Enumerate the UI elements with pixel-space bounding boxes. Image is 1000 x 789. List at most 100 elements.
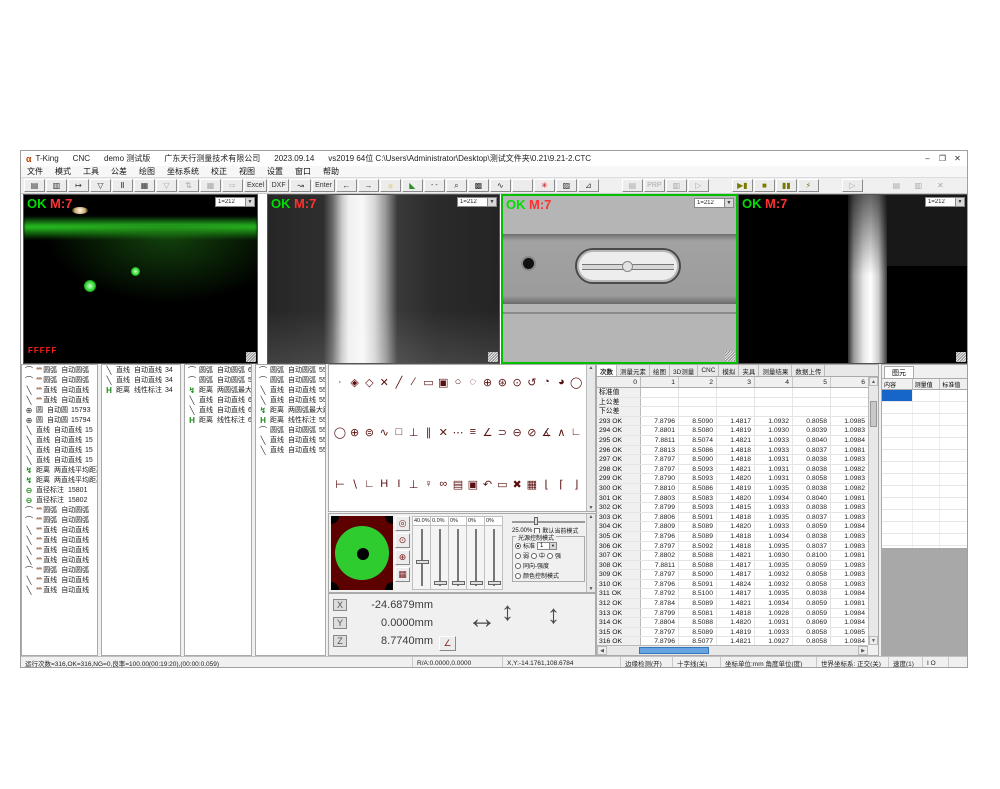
level-radio-2[interactable] (547, 553, 553, 559)
list-item[interactable] (882, 414, 968, 426)
list-item[interactable] (882, 402, 968, 414)
list-item[interactable]: ╲***直线自动直线 (22, 535, 97, 545)
drop-tool-icon[interactable]: ⊥ (407, 477, 421, 491)
menu-item-2[interactable]: 工具 (77, 166, 105, 177)
light-scrollbar[interactable]: ▲▼ (586, 514, 595, 592)
list-item[interactable] (882, 522, 968, 534)
checker-button[interactable]: ▩ (468, 179, 489, 192)
perpendicular-tool-icon[interactable]: ⊥ (407, 425, 421, 439)
jog-y-arrow-icon[interactable]: ↕ (501, 596, 514, 627)
list-item[interactable]: ⌒***圆弧自动圆弧 (22, 375, 97, 385)
jog-z-arrow-icon[interactable]: ↕ (547, 599, 560, 630)
menu-item-6[interactable]: 校正 (205, 166, 233, 177)
angle-2-tool-icon[interactable]: ∡ (540, 425, 554, 439)
list-item[interactable]: ╲直线自动直线55 (256, 395, 325, 405)
h-distance-tool-icon[interactable]: ⊢ (333, 477, 347, 491)
light-slider-2[interactable]: 0.0% (430, 516, 449, 590)
excel-export-button[interactable]: Excel (244, 179, 267, 192)
rounded-rect-tool-icon[interactable]: □ (392, 425, 406, 439)
step-button[interactable]: ⇨ (222, 179, 243, 192)
slider-thumb[interactable] (416, 560, 429, 564)
slider-track[interactable] (413, 526, 430, 589)
curve-tool-icon[interactable]: ∿ (377, 425, 391, 439)
distance-tool-icon[interactable]: ∖ (348, 477, 362, 491)
list-item[interactable]: ╲***直线自动直线 (22, 575, 97, 585)
table-row[interactable]: 298 OK7.87978.50931.48211.09310.80381.09… (597, 465, 868, 475)
camera3-selector-dropdown[interactable]: 1=212▼ (694, 198, 734, 208)
scroll-down-icon[interactable]: ▼ (869, 636, 878, 645)
height-tool-icon[interactable]: Η (377, 477, 391, 491)
gray-2-button[interactable]: ▦ (200, 179, 221, 192)
keyboard-tool-icon[interactable]: ▤ (451, 477, 465, 491)
tab-模拟[interactable]: 模拟 (719, 365, 739, 376)
stop-button[interactable]: ■ (754, 179, 775, 192)
open-button[interactable]: ▥ (46, 179, 67, 192)
list-item[interactable]: ⊖直径标注15802 (22, 495, 97, 505)
minimize-button[interactable]: – (920, 151, 935, 165)
results-horizontal-scrollbar[interactable]: ◀ ▶ (597, 645, 868, 655)
grid-tool-icon[interactable]: ▦ (525, 477, 539, 491)
table-row[interactable]: 311 OK7.87928.51001.48171.09350.80381.09… (597, 589, 868, 599)
arc-3pt-tool-icon[interactable]: ◔ (540, 375, 554, 389)
point-tool-icon[interactable]: · (333, 375, 347, 389)
list-item[interactable]: ╲直线自动直线34 (102, 375, 180, 385)
resize-grip-icon[interactable] (246, 352, 256, 362)
rect-scan-tool-icon[interactable]: ▣ (436, 375, 450, 389)
position-tool-icon[interactable]: ♀ (422, 477, 436, 491)
ibeam-tool-icon[interactable]: Ι (392, 477, 406, 491)
table-row[interactable]: 299 OK7.87908.50931.48201.09310.80581.09… (597, 474, 868, 484)
scroll-down-icon[interactable]: ▼ (589, 586, 594, 592)
table-row[interactable]: 305 OK7.87968.50891.48181.09340.80381.09… (597, 532, 868, 542)
tab-测量元素[interactable]: 测量元素 (617, 365, 650, 376)
corner-bl-tool-icon[interactable]: ⌊ (540, 477, 554, 491)
circle-center-tool-icon[interactable]: ⊙ (510, 375, 524, 389)
slider-thumb[interactable] (488, 581, 501, 585)
scroll-up-icon[interactable]: ▲ (869, 377, 878, 386)
brightness-slider[interactable] (512, 517, 585, 525)
tab-CNC[interactable]: CNC (698, 365, 719, 376)
list-item[interactable]: ⌒***圆弧自动圆弧 (22, 505, 97, 515)
multiline-tool-icon[interactable]: ≡ (466, 425, 480, 439)
results-vertical-scrollbar[interactable]: ▲ ▼ (868, 377, 878, 645)
menu-item-5[interactable]: 坐标系统 (161, 166, 205, 177)
pause-button[interactable]: ▮▮ (776, 179, 797, 192)
arrow-left-button[interactable]: ← (336, 179, 357, 192)
right-angle-tool-icon[interactable]: ∟ (569, 425, 583, 439)
level-radio-0[interactable] (515, 553, 521, 559)
copy-tool-icon[interactable]: ▣ (466, 477, 480, 491)
star-button[interactable]: ✳ (534, 179, 555, 192)
slider-track[interactable] (485, 526, 502, 589)
table-row[interactable]: 310 OK7.87968.50911.48241.09320.80581.09… (597, 580, 868, 590)
table-row[interactable]: 303 OK7.88068.50911.48181.09350.80371.09… (597, 513, 868, 523)
ellipse-2-tool-icon[interactable]: ◯ (333, 425, 347, 439)
list-item[interactable]: ⊕圆自动圆15793 (22, 405, 97, 415)
list-item[interactable]: ╲直线自动直线55 (256, 445, 325, 455)
dash-button[interactable]: - - (424, 179, 445, 192)
table-row[interactable]: 294 OK7.88018.50801.48191.09300.80391.09… (597, 426, 868, 436)
menu-item-7[interactable]: 视图 (233, 166, 261, 177)
camera4-selector-dropdown[interactable]: 1=212▼ (925, 197, 965, 207)
table-row[interactable]: 314 OK7.88048.50881.48201.09310.80691.09… (597, 618, 868, 628)
list-item[interactable]: ↯距离两圆弧最大距离 (185, 385, 251, 395)
intersection-tool-icon[interactable]: ✕ (377, 375, 391, 389)
list-item[interactable]: ⌒***圆弧自动圆弧 (22, 515, 97, 525)
list-item[interactable] (882, 474, 968, 486)
ring-inner-button[interactable]: ⊙ (395, 533, 410, 548)
table-row[interactable]: 315 OK7.87978.50891.48191.09330.80581.09… (597, 628, 868, 638)
menu-item-1[interactable]: 模式 (49, 166, 77, 177)
image-button[interactable]: ◣ (402, 179, 423, 192)
curve-button[interactable]: ∿ (490, 179, 511, 192)
list-item[interactable]: ╲***直线自动直线 (22, 395, 97, 405)
stage-move-button[interactable]: ↦ (68, 179, 89, 192)
ellipse-tool-icon[interactable]: ◯ (569, 375, 583, 389)
menu-item-10[interactable]: 帮助 (317, 166, 345, 177)
chart-button[interactable]: ⊿ (578, 179, 599, 192)
tab-测量结果[interactable]: 测量结果 (759, 365, 792, 376)
diagonal-move-button[interactable]: ∠ (439, 636, 456, 651)
list-item[interactable]: ╲***直线自动直线 (22, 525, 97, 535)
list-item[interactable]: ╲直线自动直线55 (256, 435, 325, 445)
tab-次数[interactable]: 次数 (597, 365, 617, 376)
tab-3D测量[interactable]: 3D测量 (670, 365, 698, 376)
table-row[interactable]: 295 OK7.88118.50741.48211.09330.80401.09… (597, 436, 868, 446)
probe-button[interactable]: ▽ (90, 179, 111, 192)
